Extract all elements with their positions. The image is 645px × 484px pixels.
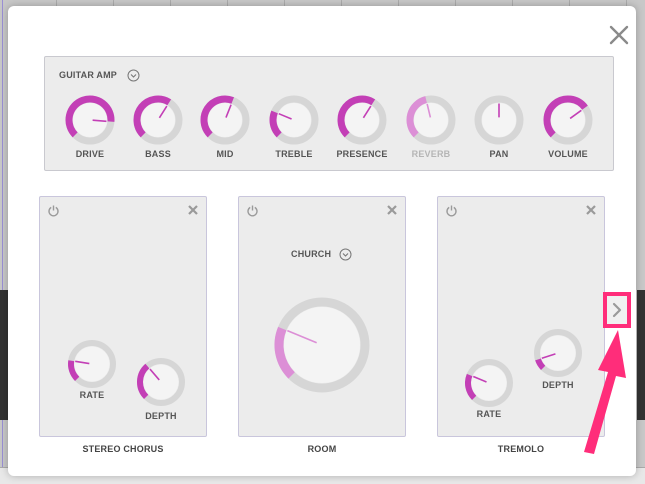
tremolo-knob-rate[interactable] — [462, 356, 516, 410]
knob-label-rate: RATE — [79, 390, 105, 400]
knob-label-presence: PRESENCE — [336, 149, 388, 159]
effect-card-tremolo: RATE DEPTH — [437, 196, 605, 437]
background-panel-right — [637, 290, 645, 420]
effect-name-room: ROOM — [307, 444, 337, 454]
amp-knob-drive[interactable] — [63, 93, 117, 147]
amp-knob-presence[interactable] — [335, 93, 389, 147]
knob-label-depth: DEPTH — [542, 380, 574, 390]
effect-card-room: CHURCH — [238, 196, 406, 437]
knob-label-volume: VOLUME — [548, 149, 588, 159]
knob-face — [277, 103, 311, 137]
knob-face — [143, 364, 179, 400]
knob-face — [540, 335, 576, 371]
knob-label-depth: DEPTH — [145, 411, 177, 421]
knob-face — [471, 365, 507, 401]
knob-face — [284, 307, 360, 383]
knob-label-pan: PAN — [489, 149, 509, 159]
next-effects-button[interactable] — [603, 292, 631, 328]
knob-label-rate: RATE — [476, 409, 502, 419]
power-icon[interactable] — [246, 204, 259, 217]
instrument-settings-modal: GUITAR AMP DRIVE BASS MID TREBLE PRESENC… — [8, 6, 636, 476]
power-icon[interactable] — [47, 204, 60, 217]
chevron-down-circle-icon[interactable] — [127, 69, 140, 82]
remove-icon[interactable] — [187, 204, 199, 216]
amp-knob-volume[interactable] — [541, 93, 595, 147]
remove-icon[interactable] — [585, 204, 597, 216]
amp-knob-reverb[interactable] — [404, 93, 458, 147]
chorus-knob-depth[interactable] — [134, 355, 188, 409]
effect-name-stereo-chorus: STEREO CHORUS — [82, 444, 164, 454]
power-icon[interactable] — [445, 204, 458, 217]
knob-face — [414, 103, 448, 137]
knob-face — [74, 346, 110, 382]
effect-card-stereo-chorus: RATE DEPTH — [39, 196, 207, 437]
amp-title: GUITAR AMP — [59, 70, 117, 80]
room-preset-label: CHURCH — [291, 249, 332, 259]
amp-knob-bass[interactable] — [131, 93, 185, 147]
knob-face — [208, 103, 242, 137]
knob-face — [345, 103, 379, 137]
knob-face — [141, 103, 175, 137]
close-icon[interactable] — [604, 20, 634, 50]
chevron-down-circle-icon[interactable] — [339, 248, 352, 261]
background-panel-left — [0, 290, 8, 420]
amp-knob-treble[interactable] — [267, 93, 321, 147]
chevron-right-icon — [612, 302, 622, 318]
amp-knob-pan[interactable] — [472, 93, 526, 147]
knob-face — [73, 103, 107, 137]
effect-name-tremolo: TREMOLO — [497, 444, 545, 454]
remove-icon[interactable] — [386, 204, 398, 216]
chorus-knob-rate[interactable] — [65, 337, 119, 391]
tremolo-knob-depth[interactable] — [531, 326, 585, 380]
knob-pointer — [92, 119, 107, 123]
knob-face — [551, 103, 585, 137]
knob-label-mid: MID — [216, 149, 234, 159]
amp-knob-mid[interactable] — [198, 93, 252, 147]
room-knob-mix[interactable] — [270, 293, 374, 397]
guitar-amp-panel: GUITAR AMP DRIVE BASS MID TREBLE PRESENC… — [44, 56, 614, 171]
